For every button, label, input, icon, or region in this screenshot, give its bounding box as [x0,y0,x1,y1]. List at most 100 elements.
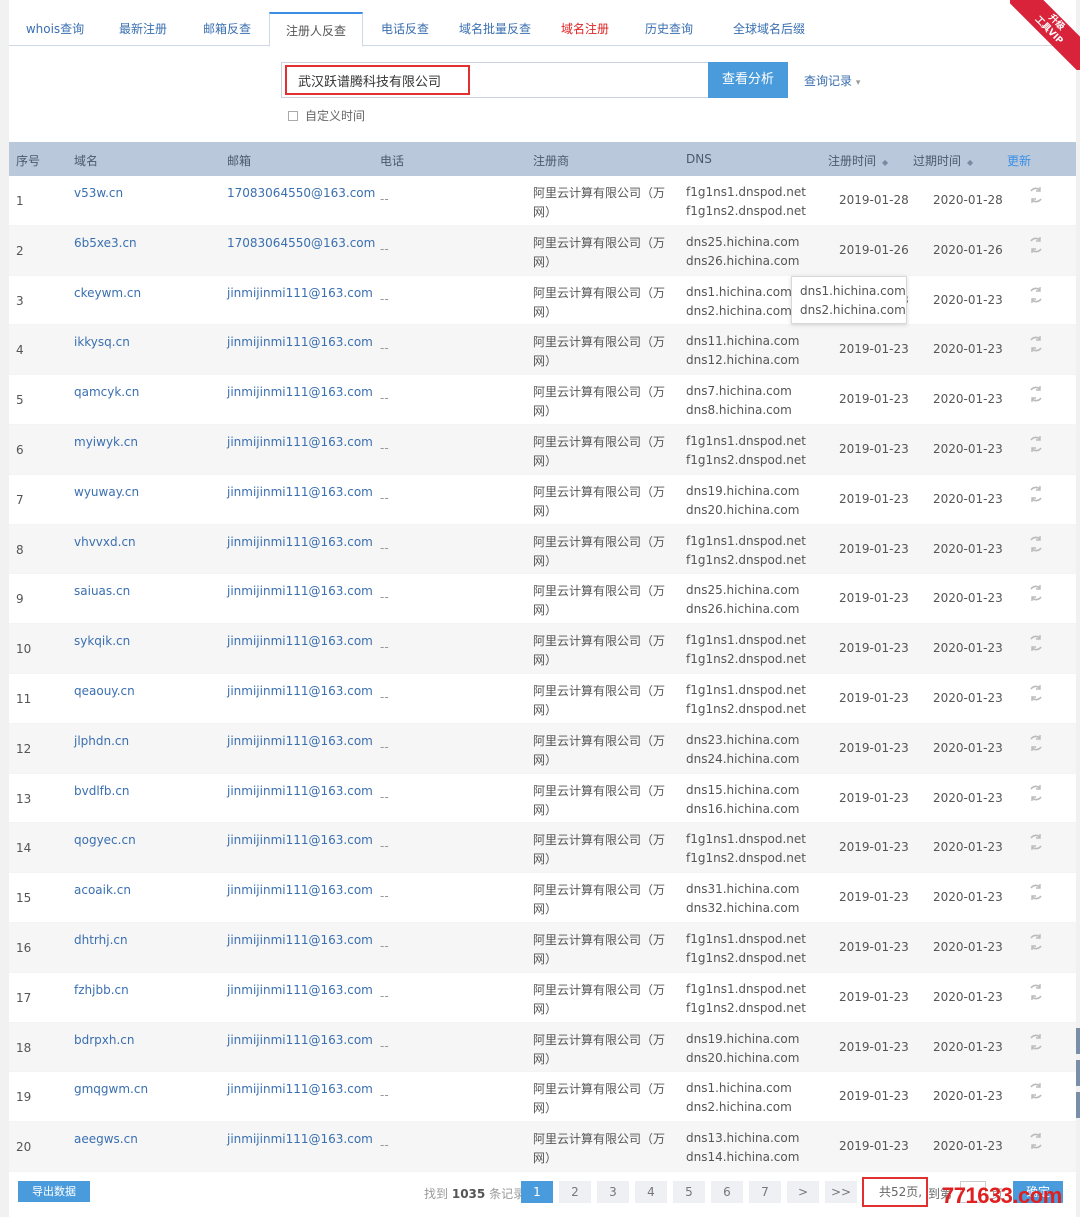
dns-value[interactable]: dns15.hichina.com dns16.hichina.com [686,781,799,819]
domain-link[interactable]: aeegws.cn [74,1130,138,1149]
email-link[interactable]: jinmijinmi111@163.com [227,632,373,651]
email-link[interactable]: jinmijinmi111@163.com [227,533,373,552]
domain-link[interactable]: myiwyk.cn [74,433,138,452]
refresh-icon[interactable] [1027,684,1045,702]
email-link[interactable]: jinmijinmi111@163.com [227,383,373,402]
domain-link[interactable]: qogyec.cn [74,831,136,850]
page-button[interactable]: 1 [521,1181,553,1203]
email-link[interactable]: jinmijinmi111@163.com [227,582,373,601]
dns-value[interactable]: dns1.hichina.com dns2.hichina.com [686,1079,792,1117]
page-button[interactable]: 7 [749,1181,781,1203]
domain-link[interactable]: fzhjbb.cn [74,981,129,1000]
tab-2[interactable]: 邮箱反查 [185,12,269,46]
email-link[interactable]: jinmijinmi111@163.com [227,831,373,850]
dns-value[interactable]: dns1.hichina.com dns2.hichina.com [686,283,792,321]
tab-4[interactable]: 电话反查 [363,12,447,46]
refresh-icon[interactable] [1027,933,1045,951]
dns-value[interactable]: dns31.hichina.com dns32.hichina.com [686,880,799,918]
email-link[interactable]: jinmijinmi111@163.com [227,981,373,1000]
page-button[interactable]: >> [825,1181,857,1203]
email-link[interactable]: jinmijinmi111@163.com [227,1080,373,1099]
header-exp-date[interactable]: 过期时间 ◆ [913,152,973,169]
custom-time-option[interactable]: 自定义时间 [288,107,365,124]
tab-5[interactable]: 域名批量反查 [447,12,543,46]
dns-value[interactable]: dns19.hichina.com dns20.hichina.com [686,482,799,520]
dns-value[interactable]: f1g1ns1.dnspod.net f1g1ns2.dnspod.net [686,930,806,968]
domain-link[interactable]: ikkysq.cn [74,333,130,352]
dns-value[interactable]: f1g1ns1.dnspod.net f1g1ns2.dnspod.net [686,532,806,570]
dns-value[interactable]: f1g1ns1.dnspod.net f1g1ns2.dnspod.net [686,830,806,868]
email-link[interactable]: jinmijinmi111@163.com [227,284,373,303]
email-link[interactable]: jinmijinmi111@163.com [227,732,373,751]
domain-link[interactable]: gmqgwm.cn [74,1080,148,1099]
refresh-icon[interactable] [1027,236,1045,254]
refresh-icon[interactable] [1027,485,1045,503]
header-reg-date[interactable]: 注册时间 ◆ [828,152,888,169]
dns-value[interactable]: f1g1ns1.dnspod.net f1g1ns2.dnspod.net [686,631,806,669]
email-link[interactable]: jinmijinmi111@163.com [227,782,373,801]
domain-link[interactable]: v53w.cn [74,184,123,203]
vip-ribbon-band[interactable]: 升级 工具VIP [1010,0,1080,70]
dns-value[interactable]: f1g1ns1.dnspod.net f1g1ns2.dnspod.net [686,980,806,1018]
dns-value[interactable]: f1g1ns1.dnspod.net f1g1ns2.dnspod.net [686,432,806,470]
analyze-button[interactable]: 查看分析 [708,62,788,98]
domain-link[interactable]: qeaouy.cn [74,682,135,701]
refresh-icon[interactable] [1027,1082,1045,1100]
export-data-button[interactable]: 导出数据 [18,1181,90,1202]
email-link[interactable]: jinmijinmi111@163.com [227,1031,373,1050]
email-link[interactable]: jinmijinmi111@163.com [227,333,373,352]
page-button[interactable]: > [787,1181,819,1203]
domain-link[interactable]: ckeywm.cn [74,284,141,303]
domain-link[interactable]: qamcyk.cn [74,383,139,402]
email-link[interactable]: jinmijinmi111@163.com [227,682,373,701]
tab-7[interactable]: 历史查询 [627,12,711,46]
refresh-icon[interactable] [1027,734,1045,752]
side-scroll-handle[interactable] [1076,1060,1080,1086]
domain-link[interactable]: vhvvxd.cn [74,533,136,552]
refresh-icon[interactable] [1027,385,1045,403]
page-button[interactable]: 2 [559,1181,591,1203]
domain-link[interactable]: dhtrhj.cn [74,931,128,950]
refresh-icon[interactable] [1027,883,1045,901]
refresh-icon[interactable] [1027,983,1045,1001]
refresh-icon[interactable] [1027,833,1045,851]
page-button[interactable]: 3 [597,1181,629,1203]
email-link[interactable]: 17083064550@163.com [227,234,375,253]
refresh-icon[interactable] [1027,535,1045,553]
tab-0[interactable]: whois查询 [9,12,101,46]
refresh-icon[interactable] [1027,634,1045,652]
side-scroll-handle[interactable] [1076,1092,1080,1118]
vip-upgrade-ribbon[interactable]: 升级 工具VIP [1010,0,1080,70]
search-input[interactable]: 武汉跃谱腾科技有限公司 [281,62,709,98]
dns-value[interactable]: dns7.hichina.com dns8.hichina.com [686,382,792,420]
domain-link[interactable]: 6b5xe3.cn [74,234,137,253]
refresh-icon[interactable] [1027,1132,1045,1150]
custom-time-checkbox[interactable] [288,110,298,121]
email-link[interactable]: jinmijinmi111@163.com [227,1130,373,1149]
domain-link[interactable]: jlphdn.cn [74,732,129,751]
domain-link[interactable]: bdrpxh.cn [74,1031,135,1050]
email-link[interactable]: jinmijinmi111@163.com [227,881,373,900]
domain-link[interactable]: sykqik.cn [74,632,130,651]
header-update[interactable]: 更新 [1007,152,1031,169]
domain-link[interactable]: bvdlfb.cn [74,782,130,801]
refresh-icon[interactable] [1027,784,1045,802]
tab-8[interactable]: 全球域名后缀 [711,12,827,46]
email-link[interactable]: jinmijinmi111@163.com [227,931,373,950]
dns-value[interactable]: dns25.hichina.com dns26.hichina.com [686,581,799,619]
page-button[interactable]: 4 [635,1181,667,1203]
query-history-dropdown[interactable]: 查询记录 ▾ [804,72,860,89]
refresh-icon[interactable] [1027,435,1045,453]
refresh-icon[interactable] [1027,1033,1045,1051]
domain-link[interactable]: saiuas.cn [74,582,130,601]
email-link[interactable]: 17083064550@163.com [227,184,375,203]
dns-value[interactable]: dns13.hichina.com dns14.hichina.com [686,1129,799,1167]
domain-link[interactable]: acoaik.cn [74,881,131,900]
refresh-icon[interactable] [1027,584,1045,602]
domain-link[interactable]: wyuway.cn [74,483,139,502]
tab-1[interactable]: 最新注册 [101,12,185,46]
side-scroll-handle[interactable] [1076,1028,1080,1054]
refresh-icon[interactable] [1027,335,1045,353]
dns-value[interactable]: dns25.hichina.com dns26.hichina.com [686,233,799,271]
dns-value[interactable]: dns19.hichina.com dns20.hichina.com [686,1030,799,1068]
